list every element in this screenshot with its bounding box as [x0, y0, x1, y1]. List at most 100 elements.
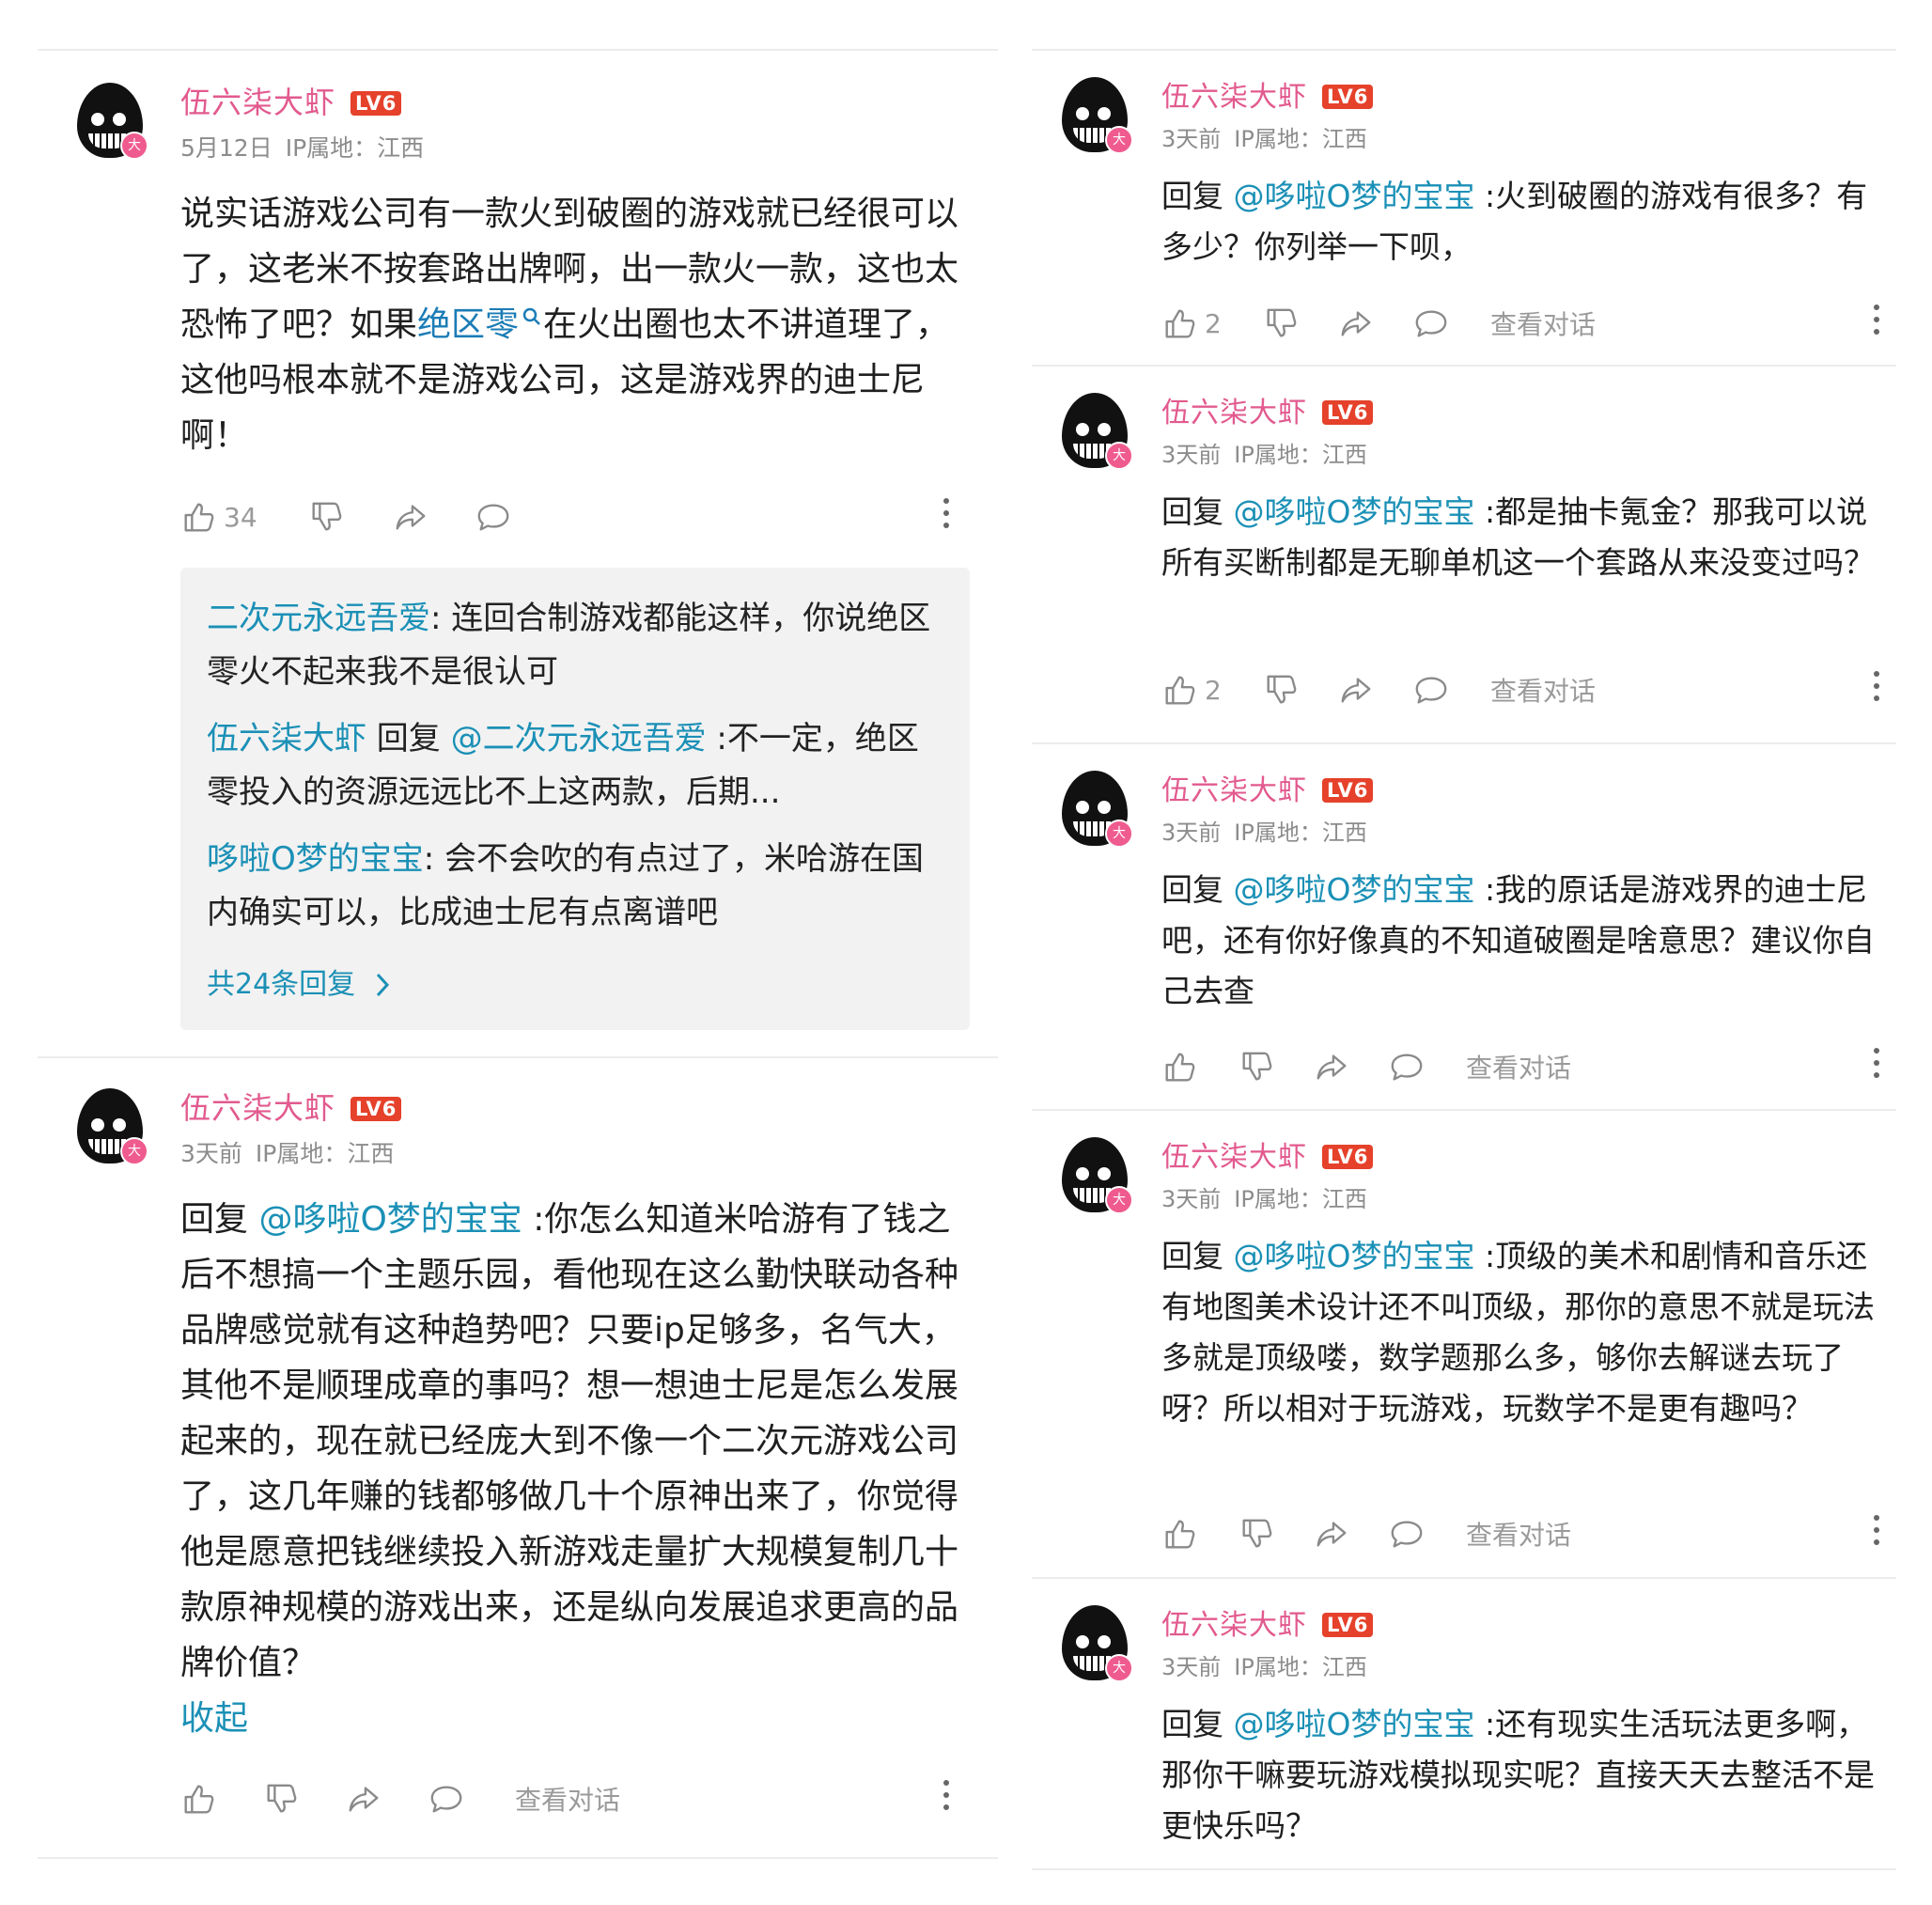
thumb-up-icon: [1161, 305, 1197, 341]
divider: [38, 1056, 998, 1058]
like-button[interactable]: [1161, 1046, 1197, 1087]
mention-link[interactable]: @哆啦O梦的宝宝: [1234, 1238, 1475, 1274]
username[interactable]: 伍六柒大虾 LV6: [1161, 389, 1374, 430]
mention-link[interactable]: @哆啦O梦的宝宝: [1234, 871, 1475, 908]
like-button[interactable]: 2: [1161, 303, 1222, 344]
avatar[interactable]: 大: [1060, 77, 1133, 154]
comment-text: 回复 @哆啦O梦的宝宝 :你怎么知道米哈游有了钱之后不想搞一个主题乐园，看他现在…: [180, 1200, 959, 1738]
like-button[interactable]: [180, 1778, 216, 1819]
dislike-button[interactable]: [1239, 1513, 1274, 1554]
share-button[interactable]: [1314, 1513, 1349, 1554]
more-icon[interactable]: [1872, 1515, 1881, 1553]
reply-button[interactable]: [1413, 669, 1449, 710]
reply-preview[interactable]: 二次元永远吾爱: 连回合制游戏都能这样，你说绝区零火不起来我不是很认可: [207, 592, 932, 699]
ip-location: IP属地：江西: [255, 1140, 395, 1167]
thumb-up-icon: [1161, 1049, 1197, 1085]
avatar-badge: 大: [1105, 126, 1133, 154]
username[interactable]: 伍六柒大虾 LV6: [1161, 73, 1374, 115]
view-conversation-link[interactable]: 查看对话: [1466, 1046, 1571, 1087]
reply-button[interactable]: [1389, 1046, 1425, 1087]
mention-link[interactable]: @哆啦O梦的宝宝: [1234, 1706, 1475, 1742]
comment-icon: [428, 1781, 464, 1817]
username[interactable]: 伍六柒大虾 LV6: [180, 1085, 402, 1128]
dislike-button[interactable]: [263, 1778, 299, 1819]
comment-meta: 3天前 IP属地：江西: [1161, 120, 1367, 153]
comment-actions: 查看对话: [180, 1778, 960, 1819]
like-button[interactable]: 34: [180, 496, 257, 538]
like-count: 34: [224, 501, 257, 533]
reply-button[interactable]: [1413, 303, 1449, 344]
username[interactable]: 伍六柒大虾 LV6: [1161, 767, 1374, 808]
avatar[interactable]: 大: [1060, 771, 1133, 848]
dislike-button[interactable]: [1263, 669, 1299, 710]
share-button[interactable]: [393, 496, 428, 538]
like-count: 2: [1205, 674, 1222, 706]
comment-icon: [1413, 305, 1449, 341]
divider: [1032, 1577, 1896, 1579]
level-badge: LV6: [351, 1097, 402, 1121]
share-icon: [1314, 1049, 1349, 1085]
like-count: 2: [1205, 307, 1222, 339]
avatar[interactable]: 大: [1060, 1137, 1133, 1214]
thumb-down-icon: [1263, 672, 1299, 708]
comment-meta: 3天前 IP属地：江西: [1161, 436, 1367, 469]
view-conversation-link[interactable]: 查看对话: [1466, 1513, 1571, 1554]
dislike-button[interactable]: [1239, 1046, 1274, 1087]
more-icon[interactable]: [942, 1780, 951, 1818]
thumb-up-icon: [1161, 672, 1197, 708]
avatar-badge: 大: [1105, 820, 1133, 848]
more-icon[interactable]: [1872, 671, 1881, 709]
reply-preview[interactable]: 伍六柒大虾 回复 @二次元永远吾爱 :不一定，绝区零投入的资源远远比不上这两款，…: [207, 712, 932, 820]
share-icon: [1338, 672, 1374, 708]
more-icon[interactable]: [942, 498, 951, 536]
mention-link[interactable]: @哆啦O梦的宝宝: [1234, 493, 1475, 530]
level-badge: LV6: [351, 91, 402, 116]
thumb-down-icon: [1239, 1049, 1274, 1085]
reply-preview[interactable]: 哆啦O梦的宝宝: 会不会吹的有点过了，米哈游在国内确实可以，比成迪士尼有点离谱吧: [207, 833, 932, 940]
avatar-badge: 大: [1105, 1654, 1133, 1682]
more-icon[interactable]: [1872, 1048, 1881, 1085]
comment-actions: 查看对话: [1161, 1046, 1885, 1087]
avatar[interactable]: 大: [1060, 393, 1133, 470]
share-button[interactable]: [1314, 1046, 1349, 1087]
mention-link[interactable]: @哆啦O梦的宝宝: [1234, 178, 1475, 214]
more-icon[interactable]: [1872, 304, 1881, 342]
dislike-button[interactable]: [1263, 303, 1299, 344]
like-button[interactable]: [1161, 1513, 1197, 1554]
level-badge: LV6: [1322, 1613, 1374, 1637]
divider: [1032, 1109, 1896, 1111]
divider: [1032, 742, 1896, 744]
comment-date: 3天前: [1161, 820, 1222, 846]
reply-button[interactable]: [475, 496, 511, 538]
share-icon: [1314, 1516, 1349, 1552]
reply-button[interactable]: [1389, 1513, 1425, 1554]
avatar-badge: 大: [120, 132, 148, 160]
share-button[interactable]: [1338, 303, 1374, 344]
like-button[interactable]: 2: [1161, 669, 1222, 710]
view-conversation-link[interactable]: 查看对话: [1490, 303, 1596, 344]
avatar[interactable]: 大: [75, 83, 148, 160]
avatar-badge: 大: [1105, 1186, 1133, 1214]
collapse-link[interactable]: 收起: [180, 1699, 248, 1738]
username[interactable]: 伍六柒大虾 LV6: [180, 79, 402, 122]
reply-preview-box[interactable]: 二次元永远吾爱: 连回合制游戏都能这样，你说绝区零火不起来我不是很认可 伍六柒大…: [180, 568, 970, 1030]
mention-link[interactable]: @哆啦O梦的宝宝: [258, 1200, 522, 1239]
avatar-badge: 大: [120, 1137, 148, 1165]
dislike-button[interactable]: [308, 496, 344, 538]
avatar[interactable]: 大: [75, 1088, 148, 1165]
comment-text: 回复 @哆啦O梦的宝宝 :顶级的美术和剧情和音乐还有地图美术设计还不叫顶级，那你…: [1161, 1238, 1875, 1427]
view-all-replies-link[interactable]: 共24条回复: [207, 960, 393, 1002]
reply-button[interactable]: [428, 1778, 464, 1819]
divider: [1032, 49, 1896, 51]
avatar[interactable]: 大: [1060, 1605, 1133, 1682]
share-button[interactable]: [1338, 669, 1374, 710]
comment-actions: 查看对话: [1161, 1513, 1885, 1554]
username[interactable]: 伍六柒大虾 LV6: [1161, 1133, 1374, 1175]
username[interactable]: 伍六柒大虾 LV6: [1161, 1601, 1374, 1643]
thumb-up-icon: [180, 1781, 216, 1817]
level-badge: LV6: [1322, 1145, 1374, 1169]
view-conversation-link[interactable]: 查看对话: [515, 1778, 620, 1819]
topic-link[interactable]: 绝区零: [417, 305, 543, 344]
share-button[interactable]: [346, 1778, 382, 1819]
view-conversation-link[interactable]: 查看对话: [1490, 669, 1596, 710]
